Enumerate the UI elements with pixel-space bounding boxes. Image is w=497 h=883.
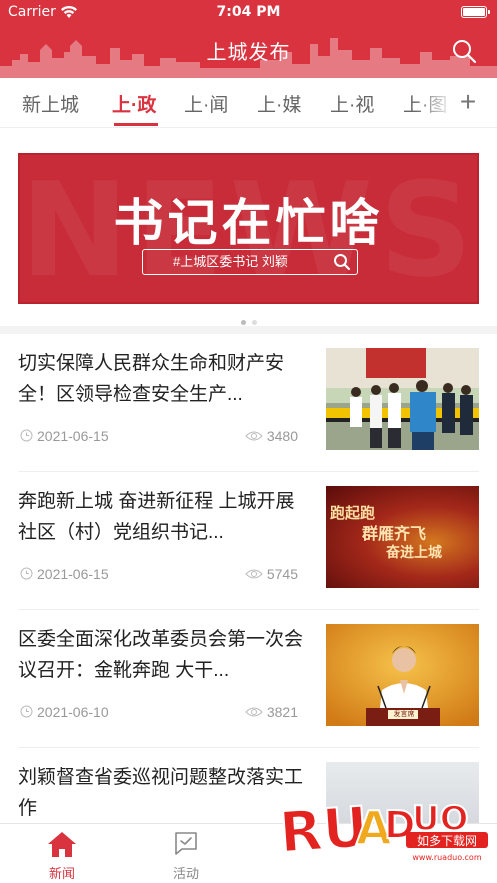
news-date-label: 2021-06-15 [37,428,109,444]
tab-shangshi[interactable]: 上·视 [330,90,374,117]
news-views-count: 5745 [266,566,298,582]
clock-icon [20,429,33,442]
inspection-photo [326,348,479,450]
news-title: 切实保障人民群众生命和财产安全！区领导检查安全生产... [18,353,285,405]
news-meta: 2021-06-10 3821 [20,704,310,722]
eye-icon [245,569,263,579]
tabbar-item-activity[interactable]: 活动 [146,830,226,882]
channel-tabs: 新上城 上·政 上·闻 上·媒 上·视 上·图 + [0,78,497,128]
tabbar-item-news[interactable]: 新闻 [22,830,102,882]
status-time: 7:04 PM [216,4,281,20]
app-header: Carrier 7:04 PM 上城发布 [0,0,497,78]
svg-text:www.ruaduo.com: www.ruaduo.com [412,853,481,862]
add-channel-button[interactable]: + [453,86,483,118]
news-date-label: 2021-06-15 [37,566,109,582]
banner-tag: #上城区委书记 刘颖 [142,249,358,275]
news-title: 区委全面深化改革委员会第一次会议召开：金靴奔跑 大干... [18,629,304,681]
thumbnail-caption: 奋进上城 [386,545,442,561]
section-separator [0,326,497,334]
news-item[interactable]: 奔跑新上城 奋进新征程 上城开展社区（村）党组织书记... 2021-06-15… [0,472,497,610]
news-item[interactable]: 切实保障人民群众生命和财产安全！区领导检查安全生产... 2021-06-15 … [0,334,497,472]
home-icon [48,832,76,857]
thumbnail-caption: 群雁齐飞 [362,524,427,543]
active-tab-indicator [114,123,158,126]
tabbar-label: 活动 [172,866,199,881]
tabs-fade [415,78,455,127]
banner-slide[interactable]: NEWS 书记在忙啥 #上城区委书记 刘颖 [18,153,479,304]
tab-shangwen[interactable]: 上·闻 [184,90,228,117]
news-views: 5745 [245,566,298,582]
flag-icon [175,832,197,855]
carousel-dot[interactable] [240,320,246,325]
tabbar-label: 新闻 [48,866,75,881]
banner-heading: 书记在忙啥 [113,194,384,252]
news-thumbnail: 发言席 [326,624,479,726]
news-meta: 2021-06-15 3480 [20,428,310,446]
watermark-logo: RU A D UO 如多下载网 www.ruaduo.com [276,778,497,883]
search-icon[interactable] [451,38,477,64]
news-views-count: 3480 [266,428,298,444]
news-date: 2021-06-10 [20,704,109,720]
tab-shangzheng[interactable]: 上·政 [112,90,156,117]
clock-icon [20,705,33,718]
page-title: 上城发布 [206,42,291,64]
news-date: 2021-06-15 [20,566,109,582]
eye-icon [245,431,263,441]
news-date-label: 2021-06-10 [37,704,109,720]
status-bar: Carrier 7:04 PM [0,0,497,26]
news-thumbnail [326,348,479,450]
news-views: 3480 [245,428,298,444]
ruanduo-logo: RU A D UO 如多下载网 www.ruaduo.com [276,794,488,867]
news-views-count: 3821 [266,704,298,720]
clock-icon [20,567,33,580]
nameplate-text: 发言席 [393,711,415,718]
eye-icon [245,707,263,717]
news-views: 3821 [245,704,298,720]
carousel-dot[interactable] [251,320,257,325]
news-item[interactable]: 区委全面深化改革委员会第一次会议召开：金靴奔跑 大干... 2021-06-10… [0,610,497,748]
svg-text:如多下载网: 如多下载网 [417,833,477,848]
battery-icon [461,6,490,18]
banner-tag-label: #上城区委书记 刘颖 [173,254,288,269]
news-thumbnail: 跑起跑 群雁齐飞 奋进上城 [326,486,479,588]
tab-shangmei[interactable]: 上·媒 [257,90,301,117]
news-date: 2021-06-15 [20,428,109,444]
search-icon [334,254,351,271]
banner-carousel: NEWS 书记在忙啥 #上城区委书记 刘颖 [0,129,497,326]
news-title: 刘颖督查省委巡视问题整改落实工作 [18,767,304,819]
news-meta: 2021-06-15 5745 [20,566,310,584]
news-title: 奔跑新上城 奋进新征程 上城开展社区（村）党组织书记... [18,491,295,543]
tab-xinshangcheng[interactable]: 新上城 [22,90,79,117]
